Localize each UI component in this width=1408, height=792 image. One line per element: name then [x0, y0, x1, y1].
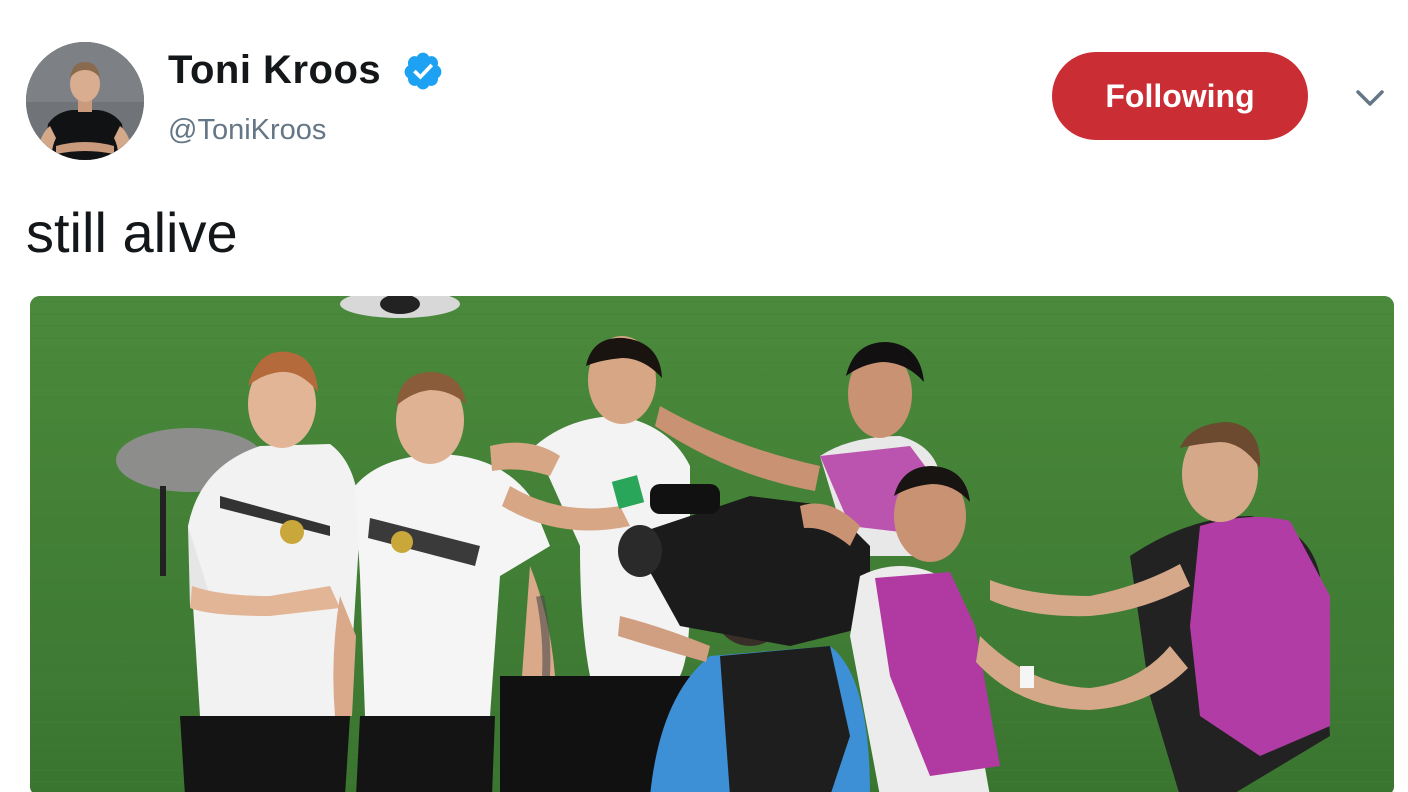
chevron-down-icon[interactable]: [1350, 84, 1390, 114]
author-avatar[interactable]: [26, 42, 144, 160]
author-handle[interactable]: @ToniKroos: [168, 114, 326, 147]
verified-badge-icon: [404, 52, 442, 90]
tweet-text: still alive: [26, 201, 238, 264]
avatar-image: [26, 42, 144, 160]
following-button[interactable]: Following: [1052, 52, 1308, 140]
tweet-photo[interactable]: [30, 296, 1394, 792]
celebration-photo: [30, 296, 1394, 792]
tweet-card: Toni Kroos @ToniKroos Following still al…: [0, 0, 1408, 792]
author-display-name[interactable]: Toni Kroos: [168, 48, 381, 93]
